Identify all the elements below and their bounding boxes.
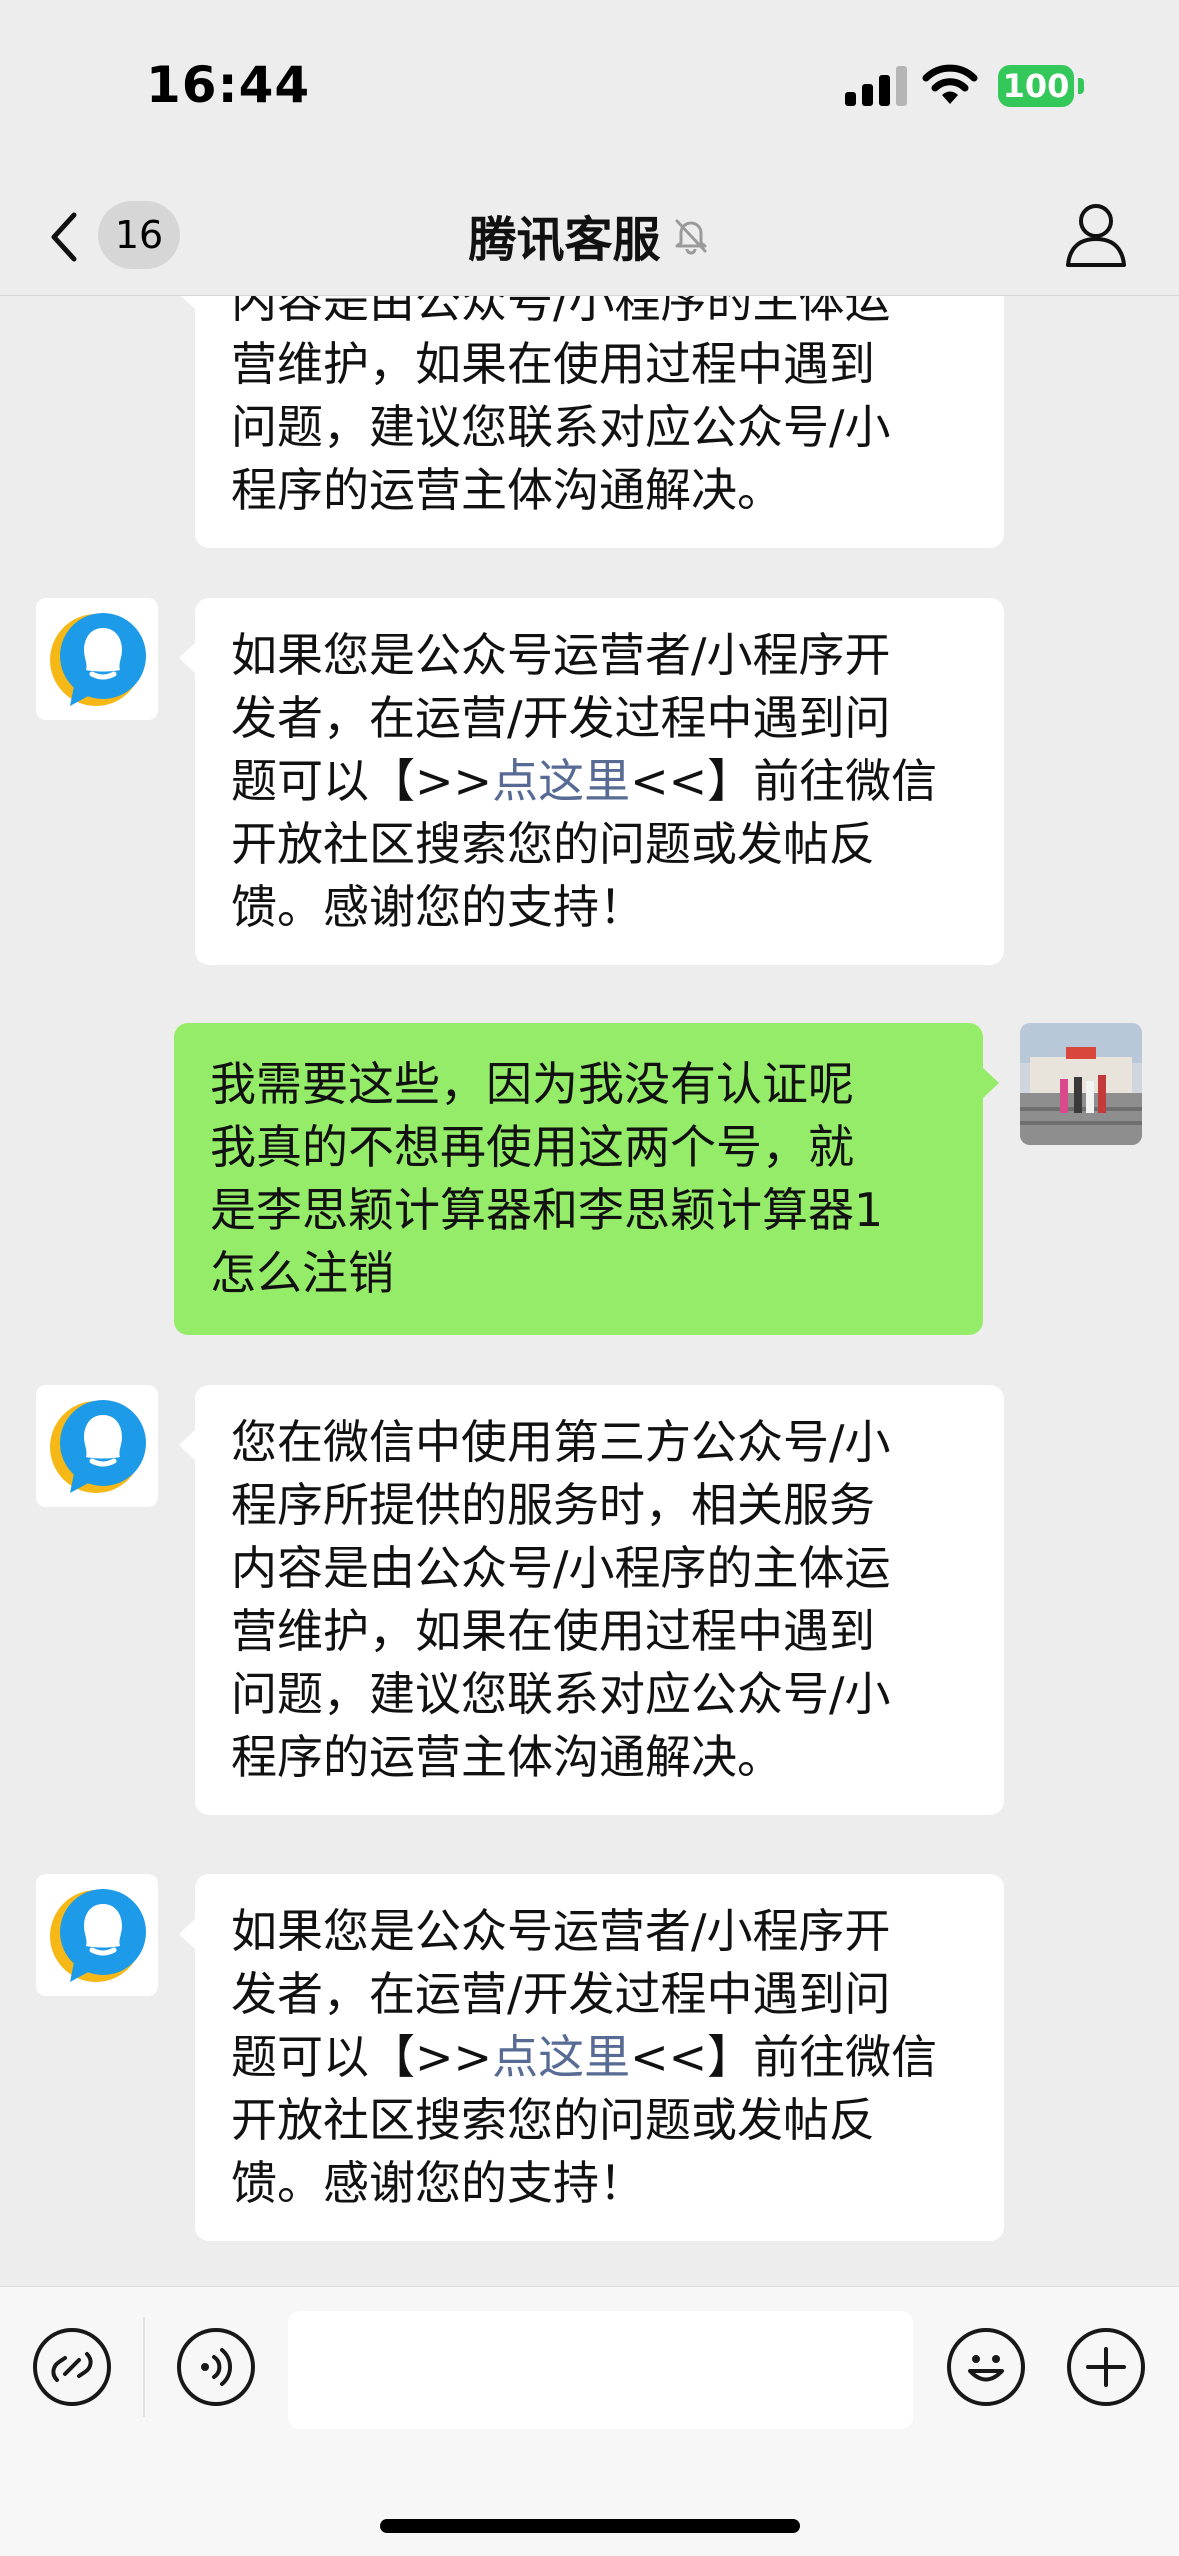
qq-service-icon: [50, 613, 146, 706]
emoji-icon: [968, 2355, 1004, 2382]
qq-service-icon: [50, 1889, 146, 1982]
voice-button[interactable]: [177, 2328, 255, 2406]
wifi-icon: [922, 64, 978, 104]
more-button[interactable]: [1067, 2328, 1145, 2406]
message-bubble-kf[interactable]: 您在微信中使用第三方公众号/小 程序所提供的服务时，相关服务 内容是由公众号/小…: [179, 1385, 1004, 1815]
input-bar: [0, 2286, 1179, 2556]
message-input[interactable]: [288, 2311, 913, 2429]
chat-screen: 16:44 100 16 腾讯客服 内容是由公众号/小程序的主体运 营维护，如果…: [0, 0, 1179, 2556]
message-bubble-self[interactable]: 我需要这些，因为我没有认证呢 我真的不想再使用这两个号，就 是李思颖计算器和李思…: [174, 1023, 999, 1335]
message-bubble-kf[interactable]: 如果您是公众号运营者/小程序开 发者，在运营/开发过程中遇到问 题可以【>>点这…: [179, 1874, 1004, 2241]
status-time: 16:44: [146, 56, 311, 114]
bell-slash-icon: [675, 219, 706, 255]
user-avatar-photo: [1020, 1023, 1142, 1145]
avatar-kf[interactable]: [36, 598, 158, 720]
link-icon: [51, 2352, 93, 2382]
nav-bar: 16 腾讯客服: [0, 175, 1179, 296]
community-link[interactable]: 点这里: [492, 754, 630, 808]
service-link-button[interactable]: [33, 2328, 111, 2406]
person-icon: [1066, 204, 1126, 267]
voice-icon: [201, 2348, 233, 2386]
avatar-user[interactable]: [1020, 1023, 1142, 1145]
status-bar: 16:44 100: [0, 0, 1179, 175]
signal-icon: [845, 66, 909, 106]
avatar-kf[interactable]: [36, 1874, 158, 1996]
nav-title-wrap: 腾讯客服: [0, 197, 1179, 273]
message-bubble-kf[interactable]: 如果您是公众号运营者/小程序开 发者，在运营/开发过程中遇到问 题可以【>>点这…: [179, 598, 1004, 965]
message-bubble-kf[interactable]: 内容是由公众号/小程序的主体运 营维护，如果在使用过程中遇到 问题，建议您联系对…: [179, 296, 1004, 548]
home-indicator: [380, 2519, 800, 2533]
chat-title: 腾讯客服: [468, 212, 661, 268]
chat-area[interactable]: 内容是由公众号/小程序的主体运 营维护，如果在使用过程中遇到 问题，建议您联系对…: [0, 296, 1179, 2286]
plus-icon: [1086, 2347, 1126, 2387]
qq-service-icon: [50, 1400, 146, 1493]
emoji-button[interactable]: [947, 2328, 1025, 2406]
profile-button[interactable]: [1060, 197, 1132, 273]
avatar-kf[interactable]: [36, 1385, 158, 1507]
battery-icon: 100: [998, 65, 1074, 107]
input-divider: [143, 2317, 145, 2417]
community-link[interactable]: 点这里: [492, 2030, 630, 2084]
battery-tip: [1078, 78, 1084, 94]
